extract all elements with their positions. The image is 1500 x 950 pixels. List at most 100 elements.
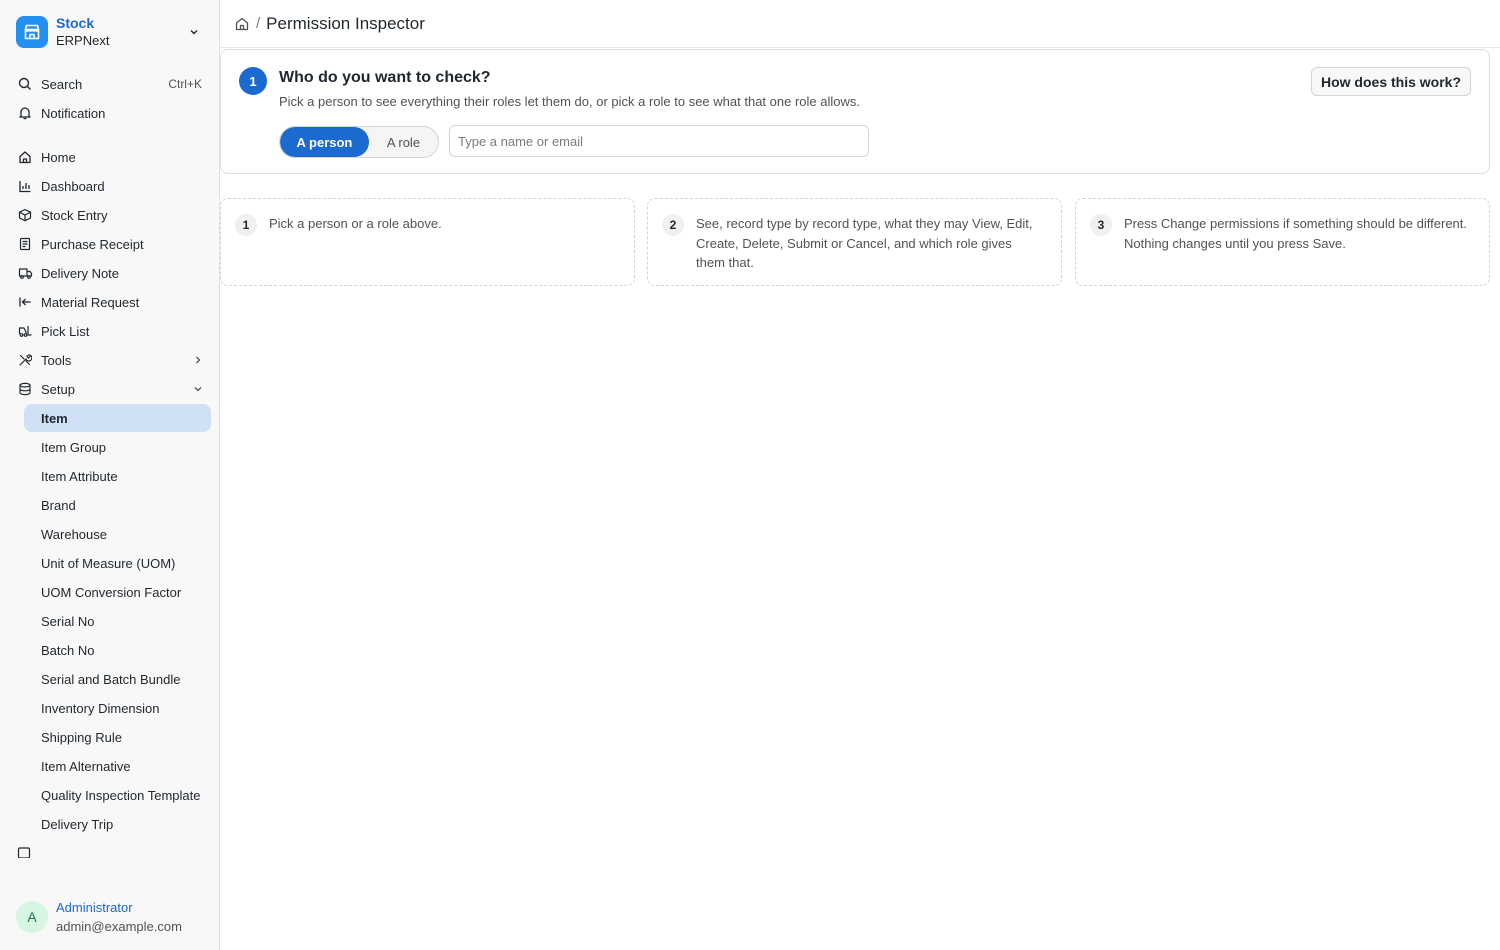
hint-card-2: 2 See, record type by record type, what … [647,198,1062,286]
sidebar-item-label: Stock Entry [41,207,108,223]
breadcrumb: / Permission Inspector [220,0,1500,48]
hint-number: 3 [1090,214,1112,236]
app-switcher[interactable]: Stock ERPNext [16,14,206,50]
search-shortcut: Ctrl+K [168,77,202,91]
sidebar-subitem-serial-no[interactable]: Serial No [24,607,211,635]
arrow-left-to-line-icon [17,294,33,310]
sidebar-subitem-label: Item [41,410,68,426]
mode-role-button[interactable]: A role [369,127,438,157]
avatar: A [16,901,48,933]
hint-number: 2 [662,214,684,236]
receipt-icon [17,236,33,252]
sidebar-item-tools[interactable]: Tools [8,346,211,374]
tools-icon [17,352,33,368]
sidebar-scroll-clip [0,842,219,858]
sidebar-subitem-label: Brand [41,497,76,513]
sidebar-item-stock-entry[interactable]: Stock Entry [8,201,211,229]
sidebar-item-label: Home [41,149,76,165]
sidebar-subitem-inventory-dimension[interactable]: Inventory Dimension [24,694,211,722]
hint-card-3: 3 Press Change permissions if something … [1075,198,1490,286]
hint-text: See, record type by record type, what th… [696,216,1033,270]
chevron-down-icon [193,384,203,394]
sidebar-item-material-request[interactable]: Material Request [8,288,211,316]
sidebar-subitem-item-group[interactable]: Item Group [24,433,211,461]
sidebar-item-label: Material Request [41,294,140,310]
hint-text: Pick a person or a role above. [269,216,442,231]
sidebar-subitem-label: Batch No [41,642,95,658]
user-menu[interactable]: A Administrator admin@example.com [16,898,182,936]
sidebar-subitem-item-alternative[interactable]: Item Alternative [24,752,211,780]
person-search-input[interactable] [449,125,869,157]
who-to-check-card: 1 Who do you want to check? Pick a perso… [220,49,1490,174]
store-icon [16,16,48,48]
search-button[interactable]: Search Ctrl+K [8,70,211,98]
card-title: Who do you want to check? [279,69,491,86]
sidebar-subitem-shipping-rule[interactable]: Shipping Rule [24,723,211,751]
sidebar-item-delivery-note[interactable]: Delivery Note [8,259,211,287]
chevron-right-icon [193,355,203,365]
sidebar-subitem-quality-inspection-template[interactable]: Quality Inspection Template [24,781,211,809]
sidebar-item-label: Purchase Receipt [41,236,144,252]
hint-card-1: 1 Pick a person or a role above. [220,198,635,286]
mode-toggle: A person A role [279,126,439,158]
report-icon [17,846,33,858]
sidebar-subitem-uom-conversion-factor[interactable]: UOM Conversion Factor [24,578,211,606]
sidebar-subitem-label: Item Group [41,439,107,455]
sidebar-item-label: Delivery Note [41,265,120,281]
bell-icon [17,105,33,121]
card-subtitle: Pick a person to see everything their ro… [279,94,860,109]
step-badge: 1 [239,67,267,95]
sidebar-subitem-label: Serial and Batch Bundle [41,671,181,687]
sidebar-subitem-label: Unit of Measure (UOM) [41,555,176,571]
home-icon[interactable] [234,16,250,32]
forklift-icon [17,323,33,339]
user-name: Administrator [56,900,133,915]
notification-label: Notification [41,105,106,121]
notification-button[interactable]: Notification [8,99,211,127]
sidebar-subitem-label: UOM Conversion Factor [41,584,182,600]
sidebar-item-label: Pick List [41,323,90,339]
sidebar-subitem-label: Item Attribute [41,468,118,484]
sidebar-subitem-warehouse[interactable]: Warehouse [24,520,211,548]
sidebar-subitem-label: Shipping Rule [41,729,122,745]
sidebar-item-label: Dashboard [41,178,105,194]
sidebar-subitem-uom[interactable]: Unit of Measure (UOM) [24,549,211,577]
hint-number: 1 [235,214,257,236]
box-icon [17,207,33,223]
bar-chart-icon [17,178,33,194]
hint-text: Press Change permissions if something sh… [1124,216,1468,251]
sidebar-subitem-label: Inventory Dimension [41,700,160,716]
sidebar-subitem-label: Warehouse [41,526,107,542]
page-title: Permission Inspector [266,13,425,33]
search-icon [17,76,33,92]
breadcrumb-separator: / [256,15,261,32]
app-name: Stock [56,15,95,31]
search-label: Search [41,76,83,92]
database-icon [17,381,33,397]
home-icon [17,149,33,165]
mode-person-button[interactable]: A person [280,127,369,157]
sidebar-subitem-delivery-trip[interactable]: Delivery Trip [24,810,211,838]
sidebar-item-label: Setup [41,381,75,397]
sidebar-subitem-serial-and-batch-bundle[interactable]: Serial and Batch Bundle [24,665,211,693]
sidebar-item-home[interactable]: Home [8,143,211,171]
sidebar-subitem-label: Item Alternative [41,758,131,774]
sidebar-item-label: Tools [41,352,72,368]
sidebar-item-pick-list[interactable]: Pick List [8,317,211,345]
how-does-this-work-button[interactable]: How does this work? [1310,67,1471,96]
sidebar-subitem-batch-no[interactable]: Batch No [24,636,211,664]
app-subtitle: ERPNext [56,33,110,48]
sidebar-subitem-label: Serial No [41,613,95,629]
sidebar: Stock ERPNext Search Ctrl+K Notification… [0,0,220,950]
sidebar-item-purchase-receipt[interactable]: Purchase Receipt [8,230,211,258]
sidebar-subitem-brand[interactable]: Brand [24,491,211,519]
sidebar-item-setup[interactable]: Setup [8,375,211,403]
sidebar-subitem-label: Delivery Trip [41,816,114,832]
truck-icon [17,265,33,281]
sidebar-subitem-label: Quality Inspection Template [41,787,201,803]
sidebar-item-dashboard[interactable]: Dashboard [8,172,211,200]
chevron-down-icon [188,26,200,41]
user-email: admin@example.com [56,919,182,934]
sidebar-subitem-item-attribute[interactable]: Item Attribute [24,462,211,490]
sidebar-subitem-item[interactable]: Item [24,404,211,432]
